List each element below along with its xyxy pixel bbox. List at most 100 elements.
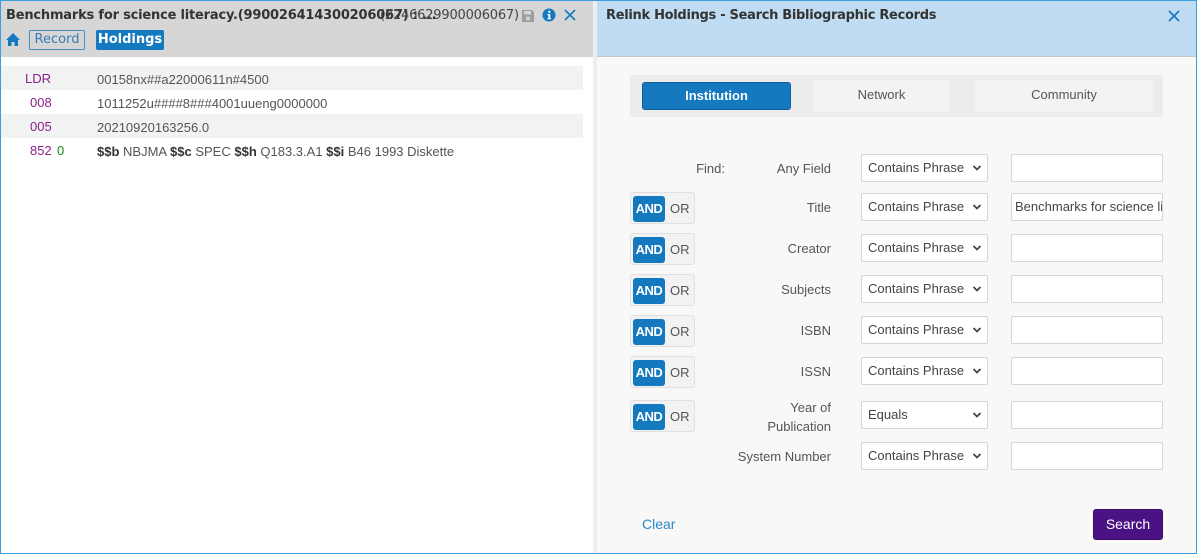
operator-select[interactable]: Contains Phrase (861, 154, 988, 182)
operator-value: Contains Phrase (868, 199, 965, 214)
search-value-input[interactable]: Benchmarks for science literacy (1011, 193, 1163, 221)
marc-tag: 008 (30, 95, 52, 110)
operator-value: Contains Phrase (868, 363, 965, 378)
and-or-toggle: AND OR (630, 400, 695, 432)
marc-value: 20210920163256.0 (97, 120, 210, 135)
operator-value: Contains Phrase (868, 281, 965, 296)
save-icon[interactable] (521, 9, 535, 23)
subfield-value: Q183.3.A1 (260, 144, 323, 159)
marc-field-row[interactable]: 852 0 $$b NBJMA $$c SPEC $$h Q183.3.A1 $… (1, 138, 583, 162)
tab-community[interactable]: Community (975, 80, 1153, 112)
and-or-toggle: AND OR (630, 356, 695, 388)
clear-link[interactable]: Clear (642, 516, 675, 532)
field-label: Title (806, 200, 831, 215)
marc-record: LDR 00158nx##a22000611n#4500 008 1011252… (1, 66, 583, 162)
marc-tag: LDR (25, 71, 52, 86)
and-or-toggle: AND OR (630, 274, 695, 306)
close-icon[interactable] (563, 8, 577, 22)
subfield-code: $$c (170, 144, 192, 159)
record-id: (2246629900006067) (380, 8, 519, 23)
chevron-down-icon (972, 368, 982, 374)
operator-value: Contains Phrase (868, 240, 965, 255)
and-or-toggle: AND OR (630, 315, 695, 347)
search-scope-tabs: Institution Network Community (630, 75, 1163, 117)
search-value-input[interactable] (1011, 442, 1163, 470)
and-button[interactable]: AND (633, 360, 665, 386)
relink-search-pane: Relink Holdings - Search Bibliographic R… (597, 1, 1196, 553)
home-icon[interactable] (5, 32, 21, 47)
field-label: Subjects (781, 282, 831, 297)
info-icon[interactable] (542, 8, 556, 22)
operator-value: Equals (868, 407, 908, 422)
find-label: Find: (696, 161, 725, 176)
marc-field-row[interactable]: 008 1011252u####8###4001uueng0000000 (1, 90, 583, 114)
operator-select[interactable]: Contains Phrase (861, 234, 988, 262)
search-value-input[interactable] (1011, 234, 1163, 262)
field-label: Creator (787, 241, 831, 256)
record-header: Benchmarks for science literacy.(9900264… (1, 1, 593, 57)
tab-network[interactable]: Network (813, 80, 950, 112)
tab-institution[interactable]: Institution (642, 82, 791, 110)
field-label: ISBN (800, 323, 831, 338)
search-value-input[interactable] (1011, 401, 1163, 429)
operator-value: Contains Phrase (868, 448, 965, 463)
search-title: Relink Holdings - Search Bibliographic R… (606, 8, 937, 23)
chevron-down-icon (972, 327, 982, 333)
chevron-down-icon (972, 165, 982, 171)
record-pane: Benchmarks for science literacy.(9900264… (1, 1, 593, 553)
marc-value: 00158nx##a22000611n#4500 (97, 72, 269, 87)
operator-select[interactable]: Contains Phrase (861, 442, 988, 470)
operator-value: Contains Phrase (868, 322, 965, 337)
marc-tag: 852 (30, 143, 52, 158)
and-button[interactable]: AND (633, 404, 665, 430)
close-icon[interactable] (1167, 9, 1181, 23)
and-button[interactable]: AND (633, 196, 665, 222)
and-or-toggle: AND OR (630, 192, 695, 224)
or-button[interactable]: OR (670, 360, 690, 386)
operator-value: Contains Phrase (868, 160, 965, 175)
or-button[interactable]: OR (670, 404, 690, 430)
and-button[interactable]: AND (633, 319, 665, 345)
field-label: Any Field (776, 161, 831, 176)
subfield-code: $$h (234, 144, 257, 159)
or-button[interactable]: OR (670, 278, 690, 304)
marc-tag: 005 (30, 119, 52, 134)
operator-select[interactable]: Contains Phrase (861, 275, 988, 303)
chevron-down-icon (972, 453, 982, 459)
or-button[interactable]: OR (670, 319, 690, 345)
search-value-input[interactable] (1011, 357, 1163, 385)
subfield-value: SPEC (195, 144, 231, 159)
holdings-button[interactable]: Holdings (96, 30, 164, 50)
chevron-down-icon (972, 204, 982, 210)
field-label: Year of Publication (767, 400, 831, 434)
search-value-input[interactable] (1011, 275, 1163, 303)
marc-value: 1011252u####8###4001uueng0000000 (97, 96, 328, 111)
chevron-down-icon (972, 286, 982, 292)
subfield-value: B46 1993 Diskette (347, 144, 455, 159)
marc-field-row[interactable]: LDR 00158nx##a22000611n#4500 (1, 66, 583, 90)
search-value-input[interactable] (1011, 316, 1163, 344)
and-button[interactable]: AND (633, 237, 665, 263)
subfield-value: NBJMA (123, 144, 167, 159)
record-button[interactable]: Record (29, 30, 85, 50)
operator-select[interactable]: Equals (861, 401, 988, 429)
subfield-code: $$i (326, 144, 345, 159)
search-value-input[interactable] (1011, 154, 1163, 182)
marc-value: $$b NBJMA $$c SPEC $$h Q183.3.A1 $$i B46… (97, 144, 454, 159)
or-button[interactable]: OR (670, 237, 690, 263)
field-label: System Number (737, 449, 831, 464)
operator-select[interactable]: Contains Phrase (861, 357, 988, 385)
search-button[interactable]: Search (1093, 509, 1163, 540)
operator-select[interactable]: Contains Phrase (861, 316, 988, 344)
subfield-code: $$b (97, 144, 120, 159)
operator-select[interactable]: Contains Phrase (861, 193, 988, 221)
marc-indicator: 0 (57, 143, 65, 158)
and-button[interactable]: AND (633, 278, 665, 304)
or-button[interactable]: OR (670, 196, 690, 222)
chevron-down-icon (972, 412, 982, 418)
search-header: Relink Holdings - Search Bibliographic R… (597, 1, 1196, 57)
record-title: Benchmarks for science literacy.(9900264… (6, 8, 437, 23)
field-label: ISSN (800, 364, 831, 379)
marc-field-row[interactable]: 005 20210920163256.0 (1, 114, 583, 138)
and-or-toggle: AND OR (630, 233, 695, 265)
